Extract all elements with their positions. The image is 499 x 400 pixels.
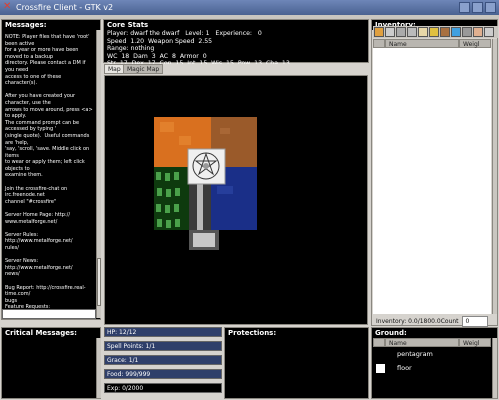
sp-label: Spell Points: 1/1: [107, 343, 156, 350]
maximize-button[interactable]: [472, 2, 483, 13]
inventory-scrollbar[interactable]: [492, 39, 497, 314]
shield-icon[interactable]: [407, 27, 417, 37]
ground-col-name[interactable]: Name: [385, 338, 459, 347]
exp-label: Exp: 0/2000: [107, 385, 144, 392]
messages-scrollbar[interactable]: [96, 30, 101, 318]
ground-scrollbar[interactable]: [492, 338, 497, 398]
messages-text: NOTE: Player files that have 'root' been…: [5, 34, 93, 312]
hp-label: HP: 12/12: [107, 329, 137, 336]
bag-icon[interactable]: [440, 27, 450, 37]
stats-combat-line: WC 18 Dam 3 AC 8 Armor 0: [107, 52, 207, 60]
grace-bar: Grace: 1/1: [104, 355, 222, 365]
map-tiles: [154, 117, 257, 250]
protections-panel: Protections:: [224, 327, 369, 399]
inventory-list[interactable]: [373, 48, 491, 314]
inventory-count-field[interactable]: 0: [462, 316, 489, 327]
ground-header: Ground:: [375, 329, 407, 337]
messages-header: Messages:: [5, 21, 47, 29]
ring-icon[interactable]: [429, 27, 439, 37]
hp-bar: HP: 12/12: [104, 327, 222, 337]
helmet-icon[interactable]: [385, 27, 395, 37]
critical-messages-header: Critical Messages:: [5, 329, 77, 337]
inventory-toolbar: [373, 26, 498, 38]
lock-icon[interactable]: [484, 27, 494, 37]
stats-speed-line: Speed 1.20 Weapon Speed 2.55: [107, 37, 213, 45]
map-area: Map Magic Map: [103, 64, 369, 326]
inventory-weight-label: Inventory: 0.0/1800.0Count: [376, 318, 459, 325]
protections-header: Protections:: [228, 329, 277, 337]
core-stats-header: Core Stats: [107, 21, 149, 29]
inventory-col-icon[interactable]: [373, 39, 385, 48]
critical-messages-panel: Critical Messages:: [1, 327, 101, 399]
stats-range-line: Range: nothing: [107, 45, 155, 52]
core-stats-panel: Core Stats Player: dwarf the dwarf Level…: [103, 19, 369, 67]
stats-player-line: Player: dwarf the dwarf Level: 1 Experie…: [107, 30, 262, 37]
ground-list: pentagram floor: [373, 347, 491, 398]
apple-icon[interactable]: [374, 27, 384, 37]
floor-icon: [376, 364, 385, 373]
app-icon: ✕: [3, 1, 12, 12]
ground-col-icon[interactable]: [373, 338, 385, 347]
critical-scrollbar[interactable]: [96, 338, 101, 398]
gem-icon[interactable]: [451, 27, 461, 37]
food-label: Food: 999/999: [107, 371, 151, 378]
messages-panel: Messages: NOTE: Player files that have '…: [1, 19, 101, 320]
window-title: Crossfire Client - GTK v2: [16, 3, 114, 12]
map-view[interactable]: [104, 75, 368, 325]
messages-scroll-thumb[interactable]: [97, 258, 101, 306]
ground-item-label: pentagram: [397, 350, 433, 358]
inventory-status: Inventory: 0.0/1800.0Count 0: [373, 316, 498, 327]
minimize-button[interactable]: [459, 2, 470, 13]
inventory-col-weight[interactable]: Weigl: [459, 39, 491, 48]
hand-icon[interactable]: [473, 27, 483, 37]
scroll-icon[interactable]: [418, 27, 428, 37]
ground-item-label: floor: [397, 364, 412, 372]
title-bar: ✕ Crossfire Client - GTK v2: [0, 0, 499, 15]
command-input[interactable]: [2, 309, 96, 319]
inventory-col-name[interactable]: Name: [385, 39, 459, 48]
armor-icon[interactable]: [462, 27, 472, 37]
pentagram-icon: [376, 350, 385, 359]
sword-icon[interactable]: [396, 27, 406, 37]
ground-col-weight[interactable]: Weigl: [459, 338, 491, 347]
food-bar: Food: 999/999: [104, 369, 222, 379]
grace-label: Grace: 1/1: [107, 357, 139, 364]
app-window: ✕ Crossfire Client - GTK v2 Messages: NO…: [0, 0, 499, 400]
sp-bar: Spell Points: 1/1: [104, 341, 222, 351]
exp-bar: Exp: 0/2000: [104, 383, 222, 393]
tab-magic-map[interactable]: Magic Map: [123, 64, 164, 74]
ground-item-floor[interactable]: floor: [373, 363, 491, 375]
ground-item-pentagram[interactable]: pentagram: [373, 349, 491, 361]
tab-map[interactable]: Map: [104, 64, 125, 74]
close-button[interactable]: [485, 2, 496, 13]
